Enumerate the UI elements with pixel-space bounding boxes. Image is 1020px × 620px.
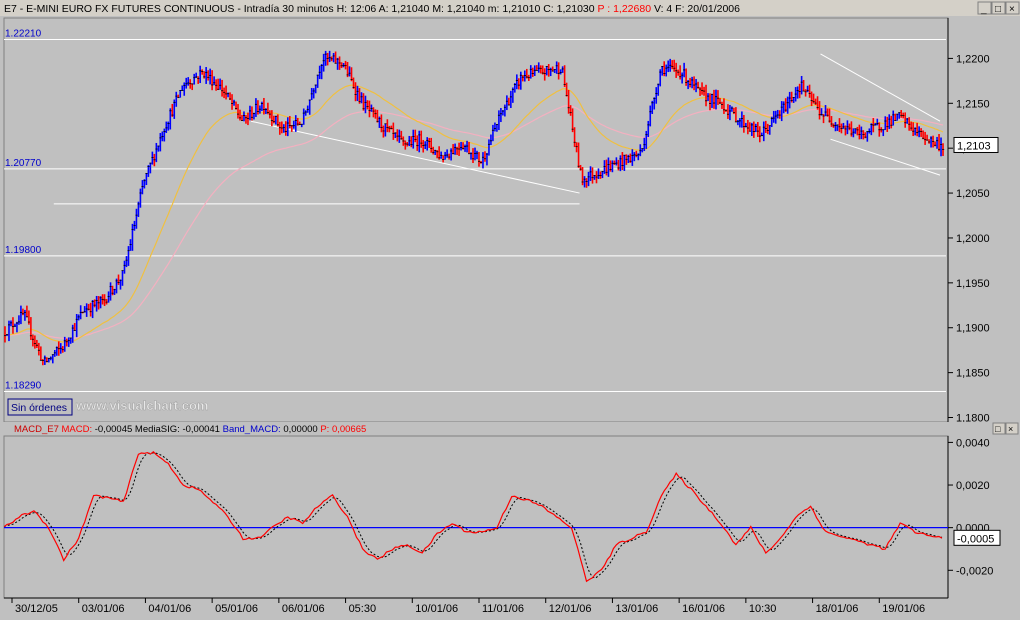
level-label: 1.22210	[5, 29, 42, 40]
price-tick-label: 1,2150	[956, 98, 990, 110]
title-part-1: H: 12:06	[337, 3, 379, 15]
price-tick-label: 1,1850	[956, 368, 990, 380]
window-button-glyph-0[interactable]: _	[980, 4, 987, 15]
x-tick-label: 19/01/06	[882, 603, 925, 615]
title-part-2: A: 1,21040	[379, 3, 433, 15]
macd-tick-label: -0,0020	[956, 565, 993, 577]
chart-title: E7 - E-MINI EURO FX FUTURES CONTINUOUS -…	[4, 3, 740, 15]
title-part-7: V: 4	[654, 3, 675, 15]
macd-header-part-5: Band_MACD:	[223, 424, 284, 435]
window-button-glyph-1[interactable]: □	[995, 4, 1001, 15]
chart-canvas: E7 - E-MINI EURO FX FUTURES CONTINUOUS -…	[0, 0, 1020, 615]
macd-tick-label: 0,0040	[956, 437, 990, 449]
title-part-5: C: 1,21030	[543, 3, 597, 15]
title-part-8: F: 20/01/2006	[675, 3, 740, 15]
price-tick-label: 1,1900	[956, 323, 990, 335]
macd-header-part-1: MACD:	[62, 424, 95, 435]
price-tick-label: 1,2000	[956, 233, 990, 245]
macd-header-part-6: 0,00000	[283, 424, 320, 435]
price-last-value-marker[interactable]: 1,2103	[953, 136, 999, 153]
x-tick-label: 10/01/06	[415, 603, 458, 615]
x-tick-label: 03/01/06	[82, 603, 125, 615]
title-part-4: m: 1,21010	[488, 3, 543, 15]
macd-axis: 0,00400,00200,0000-0,0020	[948, 437, 993, 577]
x-tick-label: 04/01/06	[148, 603, 191, 615]
level-label: 1.20770	[5, 158, 42, 169]
macd-header-part-2: -0,00045	[95, 424, 135, 435]
window-buttons: _ □ ×	[977, 1, 1020, 15]
x-tick-label: 11/01/06	[482, 603, 524, 615]
price-tick-label: 1,1950	[956, 278, 990, 290]
x-axis: 30/12/05 03/01/06 04/01/06 05/01/06 06/01/06…	[11, 598, 925, 615]
price-tick-label: 1,2050	[956, 188, 990, 200]
x-tick-label: 30/12/05	[15, 603, 58, 615]
macd-last-value[interactable]: -0,0005	[957, 533, 994, 545]
level-label: 1.19800	[5, 245, 42, 256]
title-part-0: E7 - E-MINI EURO FX FUTURES CONTINUOUS -…	[4, 3, 337, 15]
x-tick-label: 10:30	[749, 603, 777, 615]
price-last-value[interactable]: 1,2103	[957, 140, 991, 152]
window-button-glyph-2[interactable]: ×	[1009, 4, 1015, 15]
price-axis-area	[948, 18, 1020, 422]
macd-header-part-4: -0,00041	[182, 424, 222, 435]
macd-button-glyph-1[interactable]: ×	[1008, 424, 1013, 434]
x-tick-label: 12/01/06	[549, 603, 592, 615]
watermark-text: www.visualchart.com	[75, 398, 208, 413]
title-part-6: P : 1,22680	[598, 3, 654, 15]
x-tick-label: 18/01/06	[816, 603, 859, 615]
x-tick-label: 05/01/06	[215, 603, 258, 615]
orders-label[interactable]: Sin órdenes	[11, 402, 67, 414]
title-part-3: M: 1,21040	[432, 3, 487, 15]
x-tick-label: 16/01/06	[682, 603, 725, 615]
x-tick-label: 05:30	[349, 603, 377, 615]
macd-last-value-marker[interactable]: -0,0005	[953, 529, 1001, 546]
chart-window: E7 - E-MINI EURO FX FUTURES CONTINUOUS -…	[0, 0, 1020, 615]
macd-plot-area	[3, 435, 949, 599]
x-tick-label: 13/01/06	[615, 603, 658, 615]
macd-header: MACD_E7 MACD: -0,00045 MediaSIG: -0,0004…	[14, 424, 366, 435]
price-tick-label: 1,2200	[956, 53, 990, 65]
x-tick-label: 06/01/06	[282, 603, 325, 615]
macd-header-part-3: MediaSIG:	[135, 424, 183, 435]
macd-tick-label: 0,0020	[956, 480, 990, 492]
level-label: 1.18290	[5, 380, 42, 391]
macd-window-buttons: □ ×	[992, 422, 1019, 435]
price-plot-area	[3, 17, 949, 423]
macd-button-glyph-0[interactable]: □	[995, 424, 1001, 434]
macd-header-part-0: MACD_E7	[14, 424, 62, 435]
macd-header-part-7: P: 0,00665	[320, 424, 366, 435]
